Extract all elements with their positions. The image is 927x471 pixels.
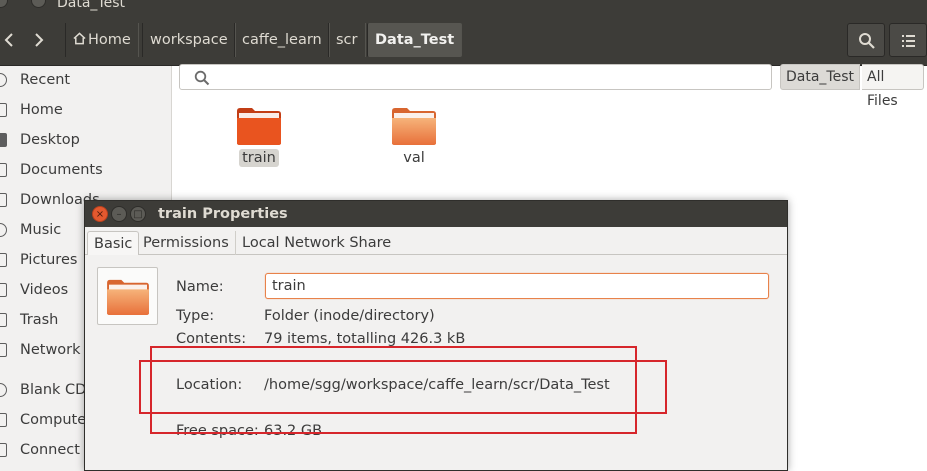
tab-permissions[interactable]: Permissions bbox=[137, 231, 235, 255]
forward-button[interactable] bbox=[26, 26, 52, 54]
breadcrumb-label: Home bbox=[88, 32, 131, 48]
type-label: Type: bbox=[176, 308, 215, 324]
pictures-icon bbox=[0, 253, 7, 267]
file-name: val bbox=[403, 150, 425, 166]
breadcrumb-label: Data_Test bbox=[375, 32, 455, 48]
sidebar-item-label: Recent bbox=[20, 72, 71, 88]
sidebar-item-recent[interactable]: Recent bbox=[0, 65, 171, 95]
tab-local-network-share[interactable]: Local Network Share bbox=[235, 231, 397, 255]
breadcrumb-home[interactable]: Home bbox=[65, 23, 139, 57]
search-input[interactable] bbox=[179, 64, 772, 90]
file-name: train bbox=[239, 149, 279, 167]
home-icon bbox=[73, 32, 86, 45]
search-button[interactable] bbox=[847, 23, 885, 57]
downloads-icon bbox=[0, 193, 7, 207]
scope-current-folder-button[interactable]: Data_Test bbox=[780, 64, 860, 90]
tab-basic[interactable]: Basic bbox=[87, 231, 140, 255]
view-list-button[interactable] bbox=[889, 23, 927, 57]
contents-value: 79 items, totalling 426.3 kB bbox=[264, 331, 466, 347]
location-value: /home/sgg/workspace/caffe_learn/scr/Data… bbox=[264, 377, 610, 393]
name-label: Name: bbox=[176, 279, 224, 295]
sidebar-item-home[interactable]: Home bbox=[0, 95, 171, 125]
breadcrumb-label: scr bbox=[336, 32, 358, 48]
toolbar: Home workspace caffe_learn scr Data_Test bbox=[0, 14, 927, 66]
dialog-maximize-button[interactable]: □ bbox=[130, 206, 146, 222]
disc-icon bbox=[0, 383, 7, 397]
back-button[interactable] bbox=[0, 26, 22, 54]
dialog-minimize-button[interactable]: – bbox=[111, 206, 127, 222]
breadcrumb-data-test[interactable]: Data_Test bbox=[367, 23, 463, 57]
network-icon bbox=[0, 343, 7, 357]
sidebar-item-label: Videos bbox=[20, 282, 69, 298]
sidebar-item-label: Music bbox=[20, 222, 62, 238]
home-icon bbox=[0, 103, 7, 117]
breadcrumb-workspace[interactable]: workspace bbox=[142, 23, 236, 57]
chevron-left-icon bbox=[4, 33, 13, 47]
contents-label: Contents: bbox=[176, 331, 247, 347]
window-title: Data_Test bbox=[57, 0, 125, 11]
clock-icon bbox=[0, 73, 7, 87]
dialog-title: train Properties bbox=[158, 206, 288, 222]
breadcrumb-label: caffe_learn bbox=[242, 32, 322, 48]
documents-icon bbox=[0, 163, 7, 177]
sidebar-item-label: Desktop bbox=[20, 132, 80, 148]
trash-icon bbox=[0, 313, 7, 327]
name-field[interactable] bbox=[265, 273, 769, 299]
chevron-right-icon bbox=[35, 33, 44, 47]
type-value: Folder (inode/directory) bbox=[264, 308, 435, 324]
sidebar-item-label: Network bbox=[20, 342, 81, 358]
search-icon bbox=[859, 33, 875, 49]
dialog-titlebar: × – □ train Properties bbox=[85, 201, 787, 227]
search-icon bbox=[194, 70, 210, 86]
folder-icon bbox=[107, 279, 149, 316]
window-minimize-button[interactable] bbox=[31, 0, 46, 8]
music-icon bbox=[0, 223, 7, 237]
file-item-val[interactable]: val bbox=[379, 106, 449, 167]
breadcrumb-label: workspace bbox=[150, 32, 228, 48]
folder-preview bbox=[97, 267, 158, 325]
sidebar-item-label: Pictures bbox=[20, 252, 78, 268]
properties-dialog: × – □ train Properties Basic Permissions… bbox=[84, 200, 788, 471]
folder-icon bbox=[0, 133, 7, 147]
sidebar-item-label: Documents bbox=[20, 162, 103, 178]
folder-icon bbox=[236, 106, 282, 146]
breadcrumb-caffe-learn[interactable]: caffe_learn bbox=[234, 23, 330, 57]
window-titlebar: Data_Test bbox=[0, 0, 927, 14]
sidebar-item-label: Blank CD- bbox=[20, 382, 92, 398]
connect-icon bbox=[0, 443, 7, 457]
breadcrumb-scr[interactable]: scr bbox=[328, 23, 366, 57]
file-item-train[interactable]: train bbox=[224, 106, 294, 167]
sidebar-item-label: Compute bbox=[20, 412, 87, 428]
location-label: Location: bbox=[176, 377, 243, 393]
dialog-close-button[interactable]: × bbox=[92, 206, 108, 222]
list-view-icon bbox=[902, 35, 915, 47]
videos-icon bbox=[0, 283, 7, 297]
folder-icon bbox=[391, 106, 437, 146]
sidebar-item-label: Trash bbox=[20, 312, 59, 328]
scope-all-files-button[interactable]: All Files bbox=[862, 64, 924, 109]
sidebar-item-label: Home bbox=[20, 102, 63, 118]
sidebar-item-label: Connect t bbox=[20, 442, 91, 458]
free-space-value: 63.2 GB bbox=[264, 423, 323, 439]
dialog-tabs: Basic Permissions Local Network Share bbox=[85, 228, 787, 255]
computer-icon bbox=[0, 413, 7, 427]
sidebar-item-documents[interactable]: Documents bbox=[0, 155, 171, 185]
window-close-button[interactable] bbox=[0, 0, 8, 8]
free-space-label: Free space: bbox=[176, 423, 259, 439]
sidebar-item-desktop[interactable]: Desktop bbox=[0, 125, 171, 155]
